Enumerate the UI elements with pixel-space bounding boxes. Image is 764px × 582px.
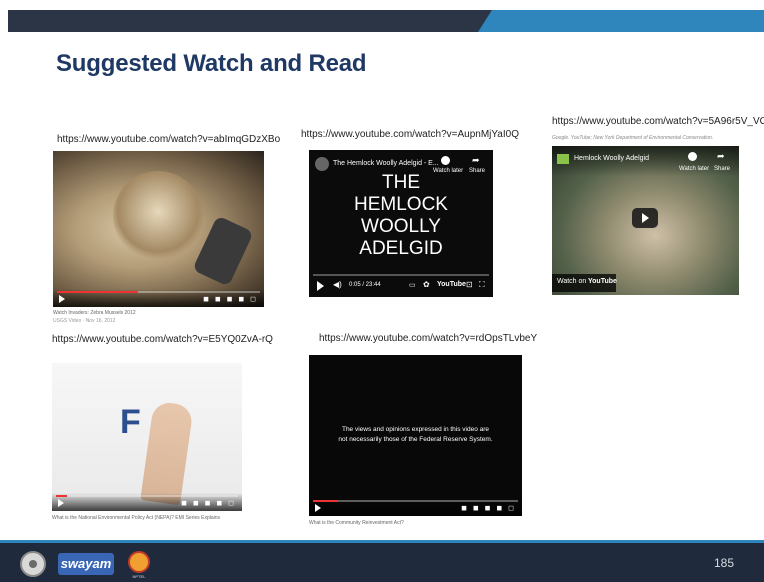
youtube-logo: YouTube bbox=[588, 278, 617, 285]
video-1-caption: Watch Invaders: Zebra Mussels 2012 bbox=[53, 310, 136, 316]
video-1-controls: ◼ ◼ ◼ ◼ ◻ bbox=[53, 289, 264, 307]
video-1-progress[interactable] bbox=[57, 291, 260, 293]
whiteboard-drawing: F bbox=[120, 403, 141, 441]
video-3-thumbnail[interactable]: Hemlock Woolly Adelgid Watch later ➦ Sha… bbox=[552, 146, 739, 295]
video-4-controls: ◼ ◼ ◼ ◼ ◻ bbox=[52, 493, 242, 511]
share-label[interactable]: Share bbox=[714, 166, 730, 172]
video-2-url[interactable]: https://www.youtube.com/watch?v=AupnMjYa… bbox=[301, 129, 519, 140]
clock-icon[interactable] bbox=[441, 156, 450, 165]
play-icon[interactable] bbox=[59, 295, 65, 303]
cast-icon[interactable]: ⊡ bbox=[466, 280, 473, 289]
slide-title: Suggested Watch and Read bbox=[56, 50, 367, 77]
fullscreen-icon[interactable]: ⛶ bbox=[479, 280, 485, 290]
overlay-line: HEMLOCK bbox=[354, 194, 448, 215]
footer-bar: swayam NPTEL 185 bbox=[0, 540, 764, 582]
video-2-progress[interactable] bbox=[313, 274, 489, 276]
clock-icon[interactable] bbox=[688, 152, 697, 161]
overlay-line: WOOLLY bbox=[361, 216, 441, 237]
page-number: 185 bbox=[713, 556, 734, 570]
watch-later-label[interactable]: Watch later bbox=[679, 166, 709, 172]
header-bar bbox=[0, 0, 764, 42]
channel-logo[interactable] bbox=[557, 154, 569, 164]
swayam-logo: swayam bbox=[58, 553, 114, 575]
video-2-thumbnail[interactable]: The Hemlock Woolly Adelgid - E... Watch … bbox=[309, 150, 493, 297]
video-5-thumbnail[interactable]: The views and opinions expressed in this… bbox=[309, 355, 522, 516]
nptel-logo-text: NPTEL bbox=[132, 574, 146, 579]
play-icon[interactable] bbox=[315, 504, 321, 512]
video-5-progress[interactable] bbox=[313, 500, 518, 502]
video-5-controls: ◼ ◼ ◼ ◼ ◻ bbox=[309, 498, 522, 516]
player-controls-icons[interactable]: ◼ ◼ ◼ ◼ ◻ bbox=[203, 295, 258, 303]
video-5-url[interactable]: https://www.youtube.com/watch?v=rdOpsTLv… bbox=[319, 333, 537, 344]
video-4-progress[interactable] bbox=[56, 495, 238, 497]
channel-avatar[interactable] bbox=[315, 157, 329, 171]
video-3-url[interactable]: https://www.youtube.com/watch?v=5A96r5V_… bbox=[552, 116, 764, 127]
hand-image bbox=[140, 400, 194, 506]
video-4-caption: What is the National Environmental Polic… bbox=[52, 515, 221, 521]
video-5-caption: What is the Community Reinvestment Act? bbox=[309, 520, 404, 526]
video-1-thumbnail[interactable]: ◼ ◼ ◼ ◼ ◻ bbox=[53, 151, 264, 307]
video-1-url[interactable]: https://www.youtube.com/watch?v=abImqGDz… bbox=[57, 134, 280, 145]
play-icon[interactable] bbox=[317, 281, 324, 291]
settings-icon[interactable]: ✿ bbox=[423, 280, 430, 289]
video-3-source-note: Google. YouTube; New York Department of … bbox=[552, 135, 714, 141]
institute-logo bbox=[20, 551, 46, 577]
header-blue-band bbox=[478, 10, 764, 32]
player-controls-icons[interactable]: ◼ ◼ ◼ ◼ ◻ bbox=[181, 499, 236, 507]
youtube-logo[interactable]: YouTube bbox=[437, 281, 466, 288]
share-icon[interactable]: ➦ bbox=[717, 151, 725, 162]
player-controls-icons[interactable]: ◼ ◼ ◼ ◼ ◻ bbox=[461, 504, 516, 512]
overlay-line: ADELGID bbox=[359, 238, 443, 259]
play-icon[interactable] bbox=[642, 213, 649, 223]
video-1-meta: USGS Video · Nov 16, 2012 bbox=[53, 318, 116, 324]
nptel-logo bbox=[128, 551, 150, 573]
overlay-line: THE bbox=[382, 172, 420, 193]
volume-icon[interactable]: ◀) bbox=[333, 280, 342, 289]
disclaimer-line: not necessarily those of the Federal Res… bbox=[338, 436, 493, 443]
watch-on-youtube-button[interactable]: Watch on YouTube bbox=[552, 274, 617, 292]
video-2-time: 0:05 / 23:44 bbox=[349, 282, 381, 288]
disclaimer-line: The views and opinions expressed in this… bbox=[341, 426, 490, 433]
video-4-thumbnail[interactable]: F ◼ ◼ ◼ ◼ ◻ bbox=[52, 363, 242, 511]
watch-on-label: Watch on bbox=[557, 278, 587, 285]
play-button[interactable] bbox=[632, 208, 658, 228]
video-4-url[interactable]: https://www.youtube.com/watch?v=E5YQ0ZvA… bbox=[52, 334, 273, 345]
cc-icon[interactable]: ▭ bbox=[409, 281, 416, 289]
share-icon[interactable]: ➦ bbox=[472, 155, 480, 166]
play-icon[interactable] bbox=[58, 499, 64, 507]
video-3-title[interactable]: Hemlock Woolly Adelgid bbox=[574, 155, 649, 162]
video-2-title[interactable]: The Hemlock Woolly Adelgid - E... bbox=[333, 160, 439, 167]
